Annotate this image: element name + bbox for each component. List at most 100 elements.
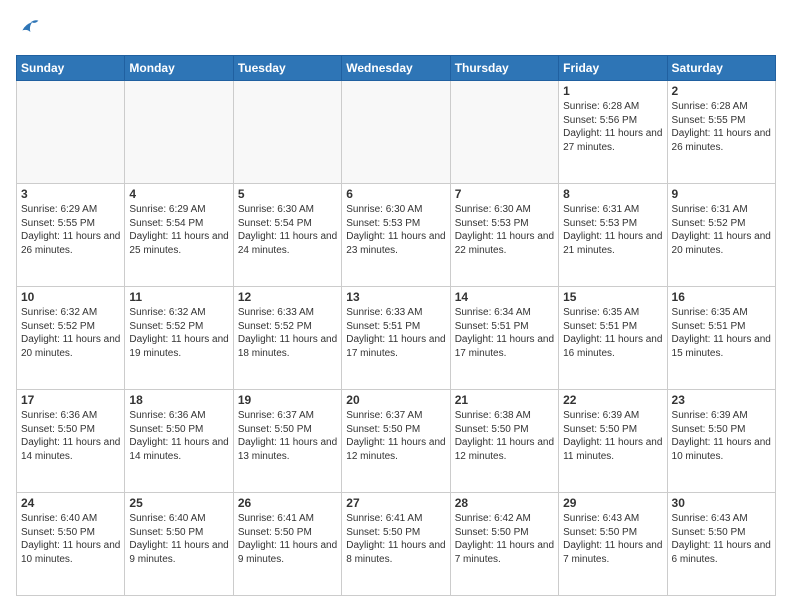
- weekday-header-row: SundayMondayTuesdayWednesdayThursdayFrid…: [17, 56, 776, 81]
- day-number: 10: [21, 290, 120, 304]
- weekday-header-wednesday: Wednesday: [342, 56, 450, 81]
- day-info: Sunrise: 6:28 AMSunset: 5:55 PMDaylight:…: [672, 100, 771, 154]
- week-row-3: 17 Sunrise: 6:36 AMSunset: 5:50 PMDayligh…: [17, 390, 776, 493]
- day-number: 5: [238, 187, 337, 201]
- calendar-cell: 28 Sunrise: 6:42 AMSunset: 5:50 PMDayligh…: [450, 493, 558, 596]
- day-number: 18: [129, 393, 228, 407]
- calendar-cell: 12Sunrise: 6:33 AMSunset: 5:52 PMDayligh…: [233, 287, 341, 390]
- day-info: Sunrise: 6:30 AMSunset: 5:54 PMDaylight:…: [238, 203, 337, 257]
- calendar-cell: 4 Sunrise: 6:29 AMSunset: 5:54 PMDaylight…: [125, 184, 233, 287]
- day-info: Sunrise: 6:33 AMSunset: 5:52 PMDaylight:…: [238, 306, 337, 360]
- day-info: Sunrise: 6:36 AMSunset: 5:50 PMDaylight:…: [129, 409, 228, 463]
- day-number: 23: [672, 393, 771, 407]
- calendar-table: SundayMondayTuesdayWednesdayThursdayFrid…: [16, 55, 776, 596]
- calendar-cell: [233, 81, 341, 184]
- calendar-cell: 15 Sunrise: 6:35 AMSunset: 5:51 PMDayligh…: [559, 287, 667, 390]
- day-info: Sunrise: 6:35 AMSunset: 5:51 PMDaylight:…: [672, 306, 771, 360]
- day-number: 20: [346, 393, 445, 407]
- calendar-cell: 21 Sunrise: 6:38 AMSunset: 5:50 PMDayligh…: [450, 390, 558, 493]
- calendar-cell: 30 Sunrise: 6:43 AMSunset: 5:50 PMDayligh…: [667, 493, 775, 596]
- day-info: Sunrise: 6:30 AMSunset: 5:53 PMDaylight:…: [455, 203, 554, 257]
- calendar-cell: 1 Sunrise: 6:28 AMSunset: 5:56 PMDaylight…: [559, 81, 667, 184]
- day-info: Sunrise: 6:29 AMSunset: 5:55 PMDaylight:…: [21, 203, 120, 257]
- day-number: 8: [563, 187, 662, 201]
- calendar-cell: [17, 81, 125, 184]
- day-number: 9: [672, 187, 771, 201]
- day-number: 3: [21, 187, 120, 201]
- weekday-header-tuesday: Tuesday: [233, 56, 341, 81]
- day-info: Sunrise: 6:31 AMSunset: 5:53 PMDaylight:…: [563, 203, 662, 257]
- day-info: Sunrise: 6:33 AMSunset: 5:51 PMDaylight:…: [346, 306, 445, 360]
- header: [16, 16, 776, 45]
- weekday-header-friday: Friday: [559, 56, 667, 81]
- calendar-cell: 24 Sunrise: 6:40 AMSunset: 5:50 PMDayligh…: [17, 493, 125, 596]
- page: SundayMondayTuesdayWednesdayThursdayFrid…: [0, 0, 792, 612]
- calendar-cell: 17Sunrise: 6:36 AMSunset: 5:50 PMDayligh…: [17, 390, 125, 493]
- day-info: Sunrise: 6:43 AMSunset: 5:50 PMDaylight:…: [672, 512, 771, 566]
- day-info: Sunrise: 6:41 AMSunset: 5:50 PMDaylight:…: [238, 512, 337, 566]
- day-info: Sunrise: 6:32 AMSunset: 5:52 PMDaylight:…: [21, 306, 120, 360]
- day-info: Sunrise: 6:39 AMSunset: 5:50 PMDaylight:…: [672, 409, 771, 463]
- calendar-cell: [342, 81, 450, 184]
- day-info: Sunrise: 6:29 AMSunset: 5:54 PMDaylight:…: [129, 203, 228, 257]
- day-info: Sunrise: 6:30 AMSunset: 5:53 PMDaylight:…: [346, 203, 445, 257]
- calendar-cell: 2 Sunrise: 6:28 AMSunset: 5:55 PMDaylight…: [667, 81, 775, 184]
- day-info: Sunrise: 6:38 AMSunset: 5:50 PMDaylight:…: [455, 409, 554, 463]
- day-info: Sunrise: 6:43 AMSunset: 5:50 PMDaylight:…: [563, 512, 662, 566]
- weekday-header-monday: Monday: [125, 56, 233, 81]
- day-number: 24: [21, 496, 120, 510]
- day-info: Sunrise: 6:41 AMSunset: 5:50 PMDaylight:…: [346, 512, 445, 566]
- day-info: Sunrise: 6:34 AMSunset: 5:51 PMDaylight:…: [455, 306, 554, 360]
- week-row-4: 24 Sunrise: 6:40 AMSunset: 5:50 PMDayligh…: [17, 493, 776, 596]
- weekday-header-saturday: Saturday: [667, 56, 775, 81]
- calendar-cell: 19Sunrise: 6:37 AMSunset: 5:50 PMDayligh…: [233, 390, 341, 493]
- day-number: 27: [346, 496, 445, 510]
- day-number: 22: [563, 393, 662, 407]
- calendar-cell: 5 Sunrise: 6:30 AMSunset: 5:54 PMDaylight…: [233, 184, 341, 287]
- day-info: Sunrise: 6:40 AMSunset: 5:50 PMDaylight:…: [21, 512, 120, 566]
- day-number: 17: [21, 393, 120, 407]
- day-number: 7: [455, 187, 554, 201]
- calendar-cell: 3 Sunrise: 6:29 AMSunset: 5:55 PMDaylight…: [17, 184, 125, 287]
- day-number: 16: [672, 290, 771, 304]
- day-number: 29: [563, 496, 662, 510]
- day-number: 25: [129, 496, 228, 510]
- calendar-cell: 22 Sunrise: 6:39 AMSunset: 5:50 PMDayligh…: [559, 390, 667, 493]
- weekday-header-thursday: Thursday: [450, 56, 558, 81]
- day-info: Sunrise: 6:32 AMSunset: 5:52 PMDaylight:…: [129, 306, 228, 360]
- day-info: Sunrise: 6:28 AMSunset: 5:56 PMDaylight:…: [563, 100, 662, 154]
- calendar-cell: 20 Sunrise: 6:37 AMSunset: 5:50 PMDayligh…: [342, 390, 450, 493]
- day-info: Sunrise: 6:35 AMSunset: 5:51 PMDaylight:…: [563, 306, 662, 360]
- day-number: 30: [672, 496, 771, 510]
- week-row-0: 1 Sunrise: 6:28 AMSunset: 5:56 PMDaylight…: [17, 81, 776, 184]
- day-number: 26: [238, 496, 337, 510]
- calendar-cell: [450, 81, 558, 184]
- calendar-cell: 26 Sunrise: 6:41 AMSunset: 5:50 PMDayligh…: [233, 493, 341, 596]
- weekday-header-sunday: Sunday: [17, 56, 125, 81]
- day-info: Sunrise: 6:42 AMSunset: 5:50 PMDaylight:…: [455, 512, 554, 566]
- day-number: 11: [129, 290, 228, 304]
- calendar-cell: 27 Sunrise: 6:41 AMSunset: 5:50 PMDayligh…: [342, 493, 450, 596]
- day-info: Sunrise: 6:31 AMSunset: 5:52 PMDaylight:…: [672, 203, 771, 257]
- calendar-cell: 7 Sunrise: 6:30 AMSunset: 5:53 PMDaylight…: [450, 184, 558, 287]
- day-info: Sunrise: 6:37 AMSunset: 5:50 PMDaylight:…: [346, 409, 445, 463]
- day-number: 1: [563, 84, 662, 98]
- calendar-cell: 16 Sunrise: 6:35 AMSunset: 5:51 PMDayligh…: [667, 287, 775, 390]
- day-number: 14: [455, 290, 554, 304]
- calendar-cell: 25Sunrise: 6:40 AMSunset: 5:50 PMDayligh…: [125, 493, 233, 596]
- calendar-cell: [125, 81, 233, 184]
- calendar-cell: 18 Sunrise: 6:36 AMSunset: 5:50 PMDayligh…: [125, 390, 233, 493]
- day-number: 4: [129, 187, 228, 201]
- day-info: Sunrise: 6:39 AMSunset: 5:50 PMDaylight:…: [563, 409, 662, 463]
- calendar-cell: 14 Sunrise: 6:34 AMSunset: 5:51 PMDayligh…: [450, 287, 558, 390]
- day-number: 6: [346, 187, 445, 201]
- day-number: 15: [563, 290, 662, 304]
- day-number: 21: [455, 393, 554, 407]
- week-row-1: 3 Sunrise: 6:29 AMSunset: 5:55 PMDaylight…: [17, 184, 776, 287]
- calendar-cell: 9 Sunrise: 6:31 AMSunset: 5:52 PMDaylight…: [667, 184, 775, 287]
- week-row-2: 10 Sunrise: 6:32 AMSunset: 5:52 PMDayligh…: [17, 287, 776, 390]
- calendar-cell: 10 Sunrise: 6:32 AMSunset: 5:52 PMDayligh…: [17, 287, 125, 390]
- day-number: 2: [672, 84, 771, 98]
- day-number: 28: [455, 496, 554, 510]
- day-number: 19: [238, 393, 337, 407]
